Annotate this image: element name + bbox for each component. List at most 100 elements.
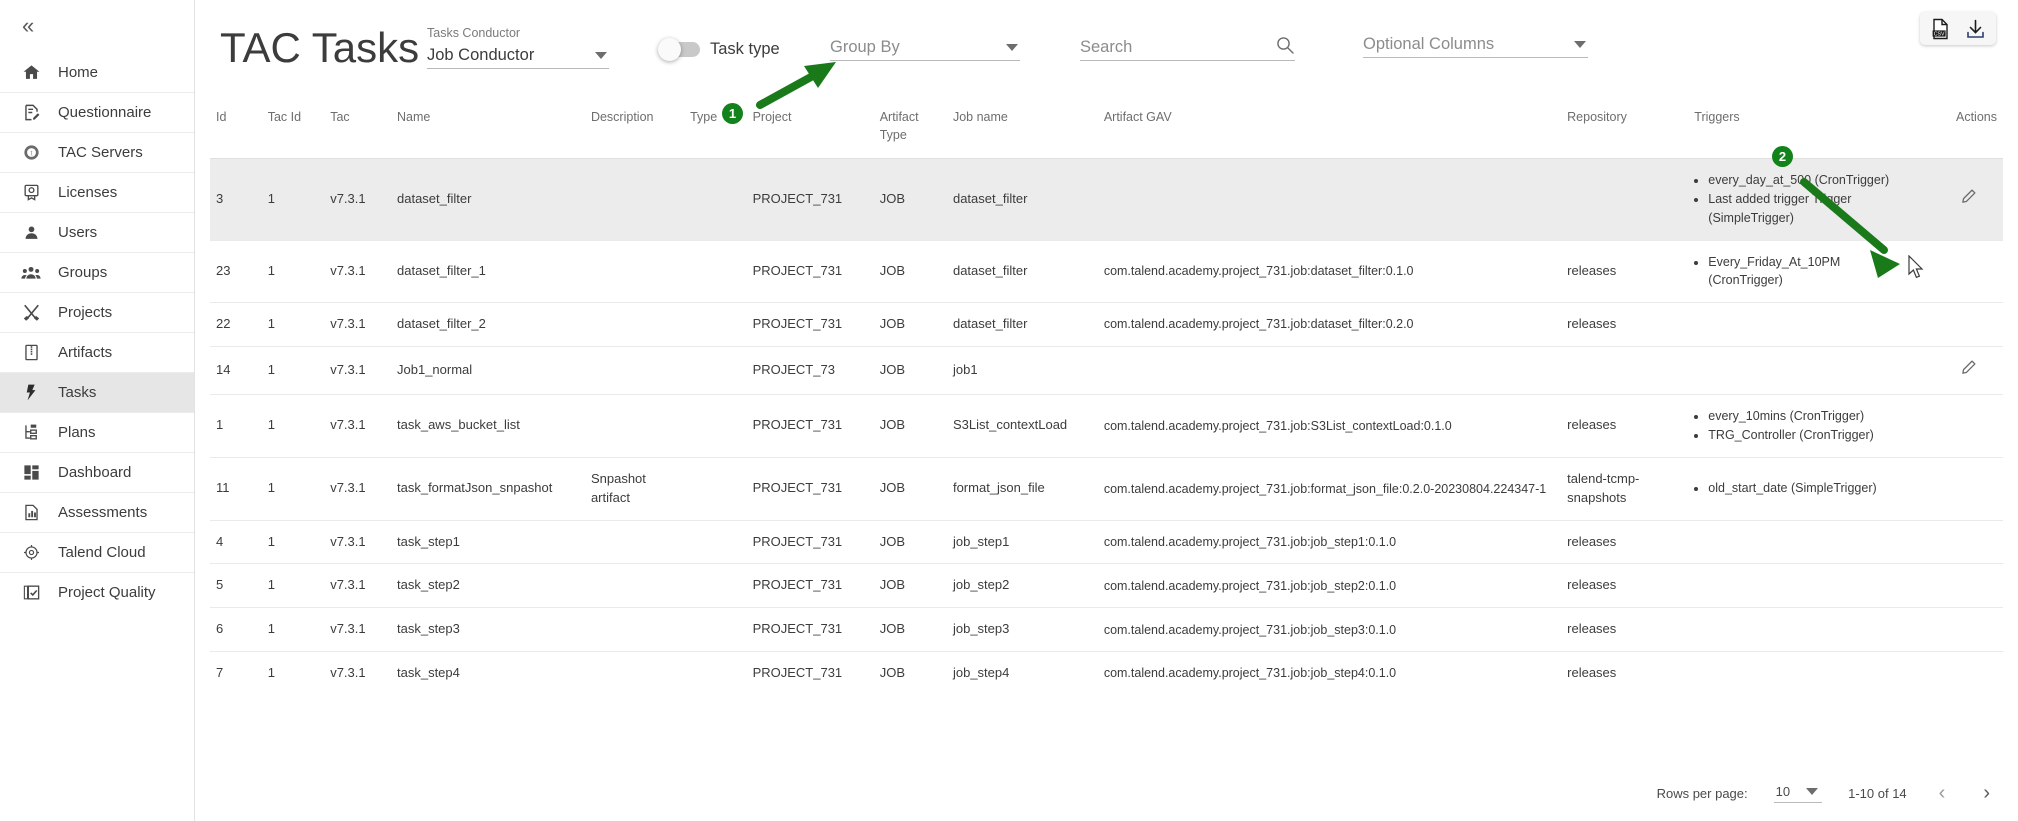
cell-gav: com.talend.academy.project_731.job:job_s… [1097,651,1562,695]
sidebar-item-home[interactable]: Home [0,52,194,92]
column-header-actions[interactable]: Actions [1895,100,2003,159]
toggle-knob [658,38,681,61]
trigger-item: every_day_at_500 (CronTrigger) [1708,171,1889,189]
chevron-down-icon [1806,787,1819,795]
table-row[interactable]: 11 1 v7.3.1 task_formatJson_snpashot Snpasho… [210,456,2003,520]
column-header-triggers[interactable]: Triggers [1688,100,1895,159]
search-icon[interactable] [1275,35,1295,60]
sidebar-item-dashboard[interactable]: Dashboard [0,452,194,492]
task-type-toggle-group[interactable]: Task type [658,38,780,61]
tasks-conductor-select[interactable]: Tasks Conductor Job Conductor [427,26,609,69]
cell-tac: v7.3.1 [324,519,391,564]
cell-description [584,651,685,695]
cell-triggers [1688,607,1896,652]
search-field[interactable]: Search [1080,35,1295,61]
next-page-button[interactable]: › [1977,783,1996,803]
artifacts-icon [20,342,42,364]
questionnaire-icon [20,102,42,124]
cell-name: task_step3 [391,607,585,652]
cell-gav: com.talend.academy.project_731.job:S3Lis… [1097,393,1562,458]
edit-pencil-icon[interactable] [1960,359,1977,382]
sidebar-item-artifacts[interactable]: Artifacts [0,332,194,372]
cell-tac-id: 1 [261,456,325,520]
cell-id: 4 [210,519,262,564]
cell-tac: v7.3.1 [324,563,391,608]
cell-repository: releases [1561,301,1689,347]
sidebar-nav-list: Home Questionnaire t TAC Servers Licenses Use… [0,52,194,612]
tac-servers-icon: t [20,142,42,164]
column-header-tac[interactable]: Tac [324,100,391,159]
rows-per-page-select[interactable]: 10 [1773,784,1823,803]
sidebar-item-talend-cloud[interactable]: Talend Cloud [0,532,194,572]
column-header-name[interactable]: Name [391,100,585,159]
sidebar-item-plans[interactable]: Plans [0,412,194,452]
column-header-tac-id[interactable]: Tac Id [262,100,324,159]
cell-actions [1895,519,2003,564]
cell-job-name: dataset_filter [946,301,1098,347]
column-header-project[interactable]: Project [747,100,874,159]
cell-triggers: Every_Friday_At_10PM (CronTrigger) [1688,239,1896,303]
sidebar-item-tasks[interactable]: Tasks [0,372,194,412]
download-button[interactable] [1963,16,1988,41]
column-header-description[interactable]: Description [585,100,684,159]
cell-description: Snpashot artifact [584,456,685,520]
cell-triggers: every_10mins (CronTrigger)TRG_Controller… [1688,393,1896,458]
chevron-down-icon [1574,41,1586,48]
edit-pencil-icon[interactable] [1960,188,1977,211]
cell-id: 14 [210,345,262,395]
cell-project: PROJECT_731 [746,519,874,564]
sidebar-item-questionnaire[interactable]: Questionnaire [0,92,194,132]
column-header-id[interactable]: Id [210,100,262,159]
sidebar-collapse-button[interactable]: « [0,0,194,52]
table-row[interactable]: 14 1 v7.3.1 Job1_normal PROJECT_73 JOB job1 [210,345,2003,395]
mouse-cursor [1908,255,1924,279]
sidebar-item-groups[interactable]: Groups [0,252,194,292]
cell-description [584,301,685,347]
sidebar-item-label: Home [58,63,99,81]
cell-description [584,607,685,652]
sidebar-item-assessments[interactable]: Assessments [0,492,194,532]
cell-actions [1895,301,2003,347]
table-row[interactable]: 3 1 v7.3.1 dataset_filter PROJECT_731 JOB data… [210,158,2003,241]
cell-name: Job1_normal [391,345,585,395]
cell-actions [1895,158,2003,241]
column-header-artifact-gav[interactable]: Artifact GAV [1098,100,1561,159]
column-header-repository[interactable]: Repository [1561,100,1688,159]
sidebar-item-project-quality[interactable]: Project Quality [0,572,194,612]
sidebar-item-users[interactable]: Users [0,212,194,252]
sidebar-item-projects[interactable]: Projects [0,292,194,332]
table-row[interactable]: 6 1 v7.3.1 task_step3 PROJECT_731 JOB job_step… [210,607,2003,652]
table-row[interactable]: 5 1 v7.3.1 task_step2 PROJECT_731 JOB job_step… [210,563,2003,608]
cell-repository: releases [1561,563,1689,608]
cell-repository: releases [1561,519,1689,564]
table-row[interactable]: 1 1 v7.3.1 task_aws_bucket_list PROJECT_731 J… [210,393,2003,458]
column-header-job-name[interactable]: Job name [947,100,1098,159]
optional-columns-placeholder: Optional Columns [1363,35,1495,53]
license-icon [20,182,42,204]
table-row[interactable]: 23 1 v7.3.1 dataset_filter_1 PROJECT_731 JOB d… [210,239,2003,303]
table-row[interactable]: 22 1 v7.3.1 dataset_filter_2 PROJECT_731 JOB d… [210,301,2003,347]
previous-page-button[interactable]: ‹ [1933,783,1952,803]
cell-type [684,563,747,608]
column-header-artifact-type[interactable]: Artifact Type [874,100,947,159]
sidebar-item-label: Dashboard [58,464,132,481]
cell-gav [1097,158,1562,241]
task-type-toggle[interactable] [658,38,700,61]
group-by-select[interactable]: Group By [830,35,1020,61]
cell-type [684,651,747,695]
table-row[interactable]: 4 1 v7.3.1 task_step1 PROJECT_731 JOB job_step… [210,519,2003,564]
cell-gav: com.talend.academy.project_731.job:job_s… [1097,607,1562,652]
optional-columns-select[interactable]: Optional Columns [1363,32,1588,58]
pagination: Rows per page: 10 1-10 of 14 ‹ › [1657,783,1996,803]
cell-tac-id: 1 [261,239,325,303]
cell-name: task_aws_bucket_list [391,393,585,458]
export-csv-button[interactable]: CSV [1928,16,1953,41]
cell-repository: talend-tcmp-snapshots [1561,456,1689,520]
sidebar-item-tac-servers[interactable]: t TAC Servers [0,132,194,172]
cell-type [684,519,747,564]
main-content: TAC Tasks Tasks Conductor Job Conductor … [195,0,2018,821]
cell-type [684,393,747,458]
cell-actions [1895,456,2003,520]
table-row[interactable]: 7 1 v7.3.1 task_step4 PROJECT_731 JOB job_step… [210,651,2003,695]
sidebar-item-licenses[interactable]: Licenses [0,172,194,212]
